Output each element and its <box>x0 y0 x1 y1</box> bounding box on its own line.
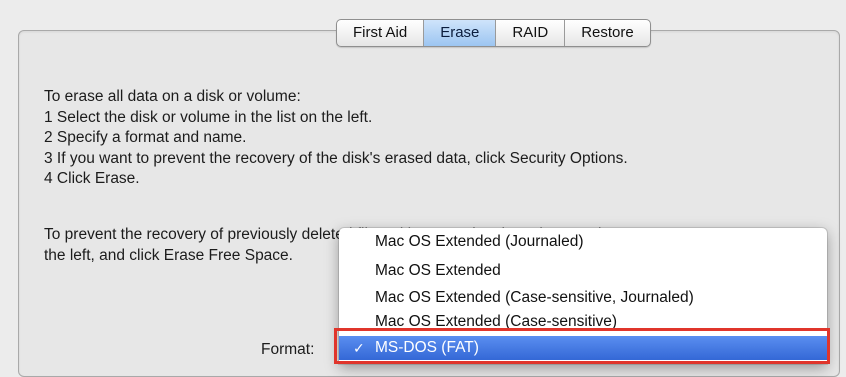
erase-instructions: To erase all data on a disk or volume: 1… <box>44 87 628 190</box>
format-dropdown-menu: Mac OS Extended (Journaled) Mac OS Exten… <box>339 228 827 364</box>
format-option-ms-dos-label: MS-DOS (FAT) <box>375 339 479 356</box>
format-option-ms-dos[interactable]: ✓ MS-DOS (FAT) <box>339 336 827 360</box>
tab-erase[interactable]: Erase <box>424 20 497 46</box>
format-option-case-sensitive-journaled[interactable]: Mac OS Extended (Case-sensitive, Journal… <box>339 286 827 310</box>
format-label: Format: <box>261 341 315 358</box>
instruction-step-2: 2 Specify a format and name. <box>44 129 247 146</box>
tab-raid[interactable]: RAID <box>496 20 566 46</box>
format-option-case-sensitive[interactable]: Mac OS Extended (Case-sensitive) <box>339 310 827 334</box>
checkmark-icon: ✓ <box>353 340 365 356</box>
format-option-extended[interactable]: Mac OS Extended <box>339 259 827 283</box>
format-option-journaled[interactable]: Mac OS Extended (Journaled) <box>339 230 827 254</box>
instruction-heading: To erase all data on a disk or volume: <box>44 88 301 105</box>
tab-bar: First Aid Erase RAID Restore <box>336 19 651 47</box>
instruction-step-1: 1 Select the disk or volume in the list … <box>44 108 373 126</box>
instruction-step-3: 3 If you want to prevent the recovery of… <box>44 149 628 167</box>
tab-first-aid[interactable]: First Aid <box>337 20 425 46</box>
tab-restore[interactable]: Restore <box>565 20 650 46</box>
instruction-step-4: 4 Click Erase. <box>44 170 140 187</box>
